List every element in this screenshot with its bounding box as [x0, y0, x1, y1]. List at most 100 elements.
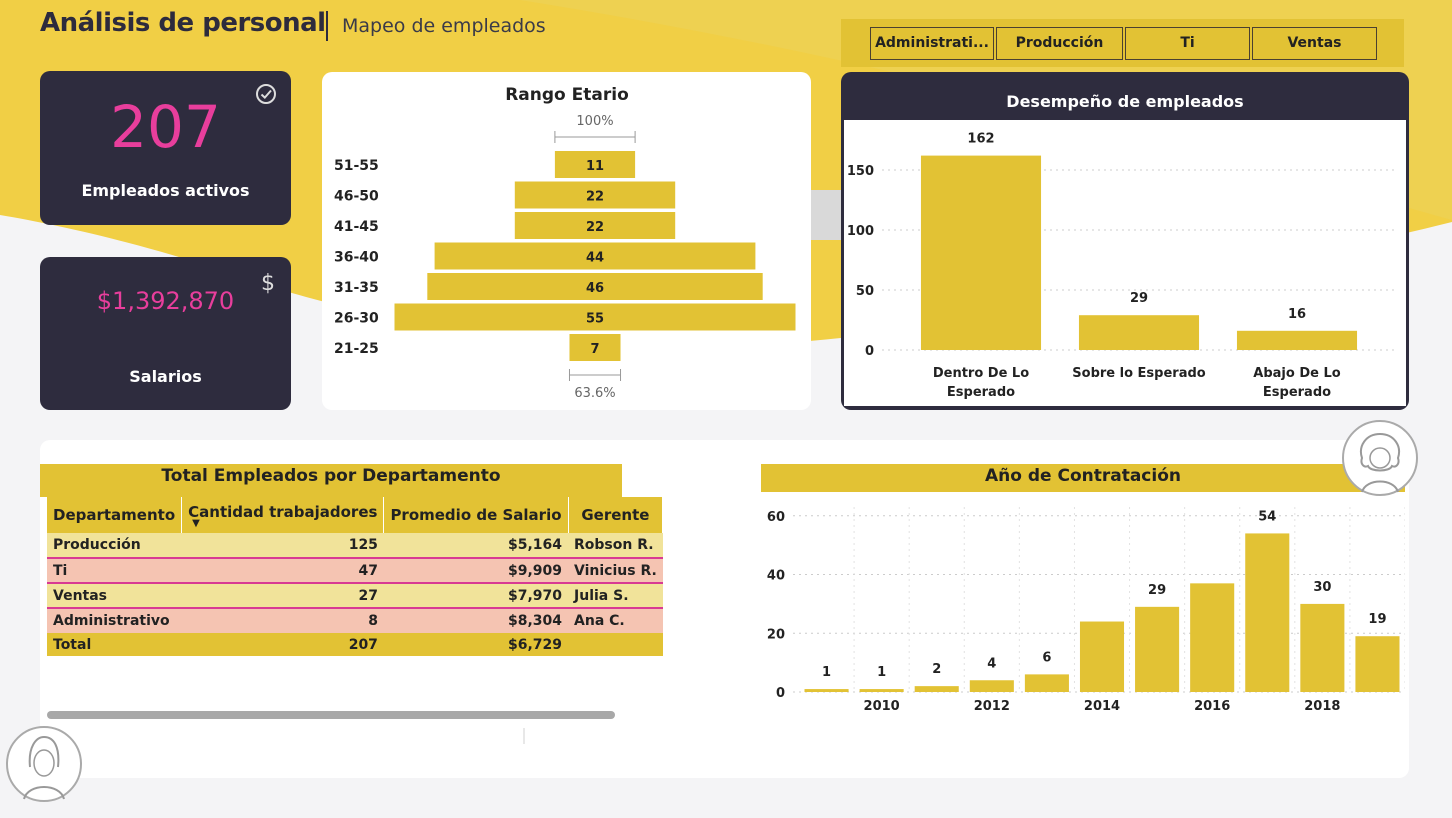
cell-count: 27: [181, 583, 384, 609]
perf-category-label: Esperado: [947, 385, 1015, 400]
age-category-label: 51-55: [334, 158, 379, 174]
avatar-woman-icon: [6, 726, 82, 802]
hire-bar[interactable]: [1190, 583, 1235, 692]
cell-manager: Vinicius R.: [568, 558, 663, 584]
cell-manager: Julia S.: [568, 583, 663, 609]
total-salary: $6,729: [383, 633, 569, 656]
cell-department: Producción: [47, 533, 182, 559]
performance-card: Desempeño de empleados 0 50 100 150 162 Dentr…: [841, 72, 1409, 410]
age-category-label: 46-50: [334, 189, 379, 205]
hire-bar-label: 1: [822, 665, 831, 680]
age-bar-label: 46: [586, 281, 604, 296]
sort-desc-icon: ▼: [192, 518, 200, 529]
table-row[interactable]: Ti 47 $9,909 Vinicius R.: [47, 558, 663, 584]
age-chart-title: Rango Etario: [505, 85, 629, 105]
slicer-item-produccion[interactable]: Producción: [996, 27, 1123, 60]
table-row[interactable]: Ventas 27 $7,970 Julia S.: [47, 583, 663, 609]
hire-bar[interactable]: [1355, 636, 1400, 692]
perf-bar[interactable]: [920, 155, 1042, 350]
hire-bar[interactable]: [1245, 533, 1290, 692]
hire-bar[interactable]: [969, 680, 1014, 692]
col-header-manager[interactable]: Gerente: [568, 497, 664, 533]
age-category-label: 21-25: [334, 341, 379, 357]
total-label: Total: [47, 633, 182, 656]
hire-year-chart-title: Año de Contratación: [761, 464, 1405, 492]
hire-bar[interactable]: [1135, 606, 1180, 692]
col-header-salary[interactable]: Promedio de Salario: [383, 497, 569, 533]
age-category-label: 26-30: [334, 311, 379, 327]
department-table-title: Total Empleados por Departamento: [40, 464, 622, 497]
kpi-salaries-value: $1,392,870: [96, 287, 235, 315]
hire-ytick-label: 0: [776, 686, 785, 701]
age-category-label: 36-40: [334, 250, 379, 266]
cell-salary: $5,164: [383, 533, 569, 559]
hire-xtick-label: 2012: [974, 699, 1010, 714]
hire-bar[interactable]: [859, 689, 904, 692]
age-bar-label: 7: [590, 342, 599, 357]
age-bar-label: 22: [586, 190, 604, 205]
hire-bar-label: 19: [1368, 612, 1386, 627]
perf-category-label: Abajo De Lo: [1253, 366, 1340, 381]
department-slicer: Administrati... Producción Ti Ventas: [841, 19, 1404, 67]
slicer-item-ventas[interactable]: Ventas: [1252, 27, 1377, 60]
table-total-row: Total 207 $6,729: [47, 633, 663, 656]
age-category-label: 31-35: [334, 280, 379, 296]
kpi-employees-value: 207: [110, 93, 221, 161]
perf-category-label: Esperado: [1263, 385, 1331, 400]
age-bar-label: 55: [586, 312, 604, 327]
funnel-bottom-label: 63.6%: [574, 386, 615, 401]
funnel-top-label: 100%: [576, 114, 613, 129]
table-row[interactable]: Producción 125 $5,164 Robson R.: [47, 533, 663, 559]
hire-ytick-label: 40: [767, 569, 785, 584]
cell-department: Ventas: [47, 583, 182, 609]
hire-bar[interactable]: [1024, 674, 1069, 692]
total-count: 207: [181, 633, 384, 656]
kpi-employees-label: Empleados activos: [81, 181, 250, 200]
hire-ytick-label: 20: [767, 627, 785, 642]
col-header-count[interactable]: Cantidad trabajadores ▼: [181, 497, 385, 533]
cell-salary: $7,970: [383, 583, 569, 609]
hire-bar-label: 1: [877, 665, 886, 680]
hire-ytick-label: 60: [767, 510, 785, 525]
table-row[interactable]: Administrativo 8 $8,304 Ana C.: [47, 608, 663, 633]
hire-xtick-label: 2016: [1194, 699, 1230, 714]
cell-manager: Robson R.: [568, 533, 663, 559]
perf-ytick-label: 150: [847, 164, 874, 179]
age-range-card: Rango Etario 100% 11 51-55 22 46-50 22 41-45 44…: [322, 72, 811, 410]
hire-bar-label: 6: [1042, 650, 1051, 665]
age-category-label: 41-45: [334, 219, 379, 235]
hire-bar-label: 4: [987, 656, 996, 671]
hire-bar[interactable]: [914, 686, 959, 692]
perf-bar-label: 16: [1288, 307, 1306, 322]
table-horizontal-scrollbar[interactable]: [47, 711, 615, 719]
perf-bar[interactable]: [1078, 315, 1200, 350]
hire-xtick-label: 2014: [1084, 699, 1120, 714]
avatar-curly-icon: [1342, 420, 1418, 496]
hire-bar-label: 29: [1148, 583, 1166, 598]
divider-mark: [523, 728, 525, 744]
cell-count: 8: [181, 608, 384, 633]
age-bar-label: 22: [586, 220, 604, 235]
col-header-department[interactable]: Departamento: [47, 497, 183, 533]
hire-year-chart: 0 20 40 60 1 1 2 4 6 29 54 30 19 2010 2012 2014 2016 2018: [767, 507, 1405, 714]
age-range-chart: Rango Etario 100% 11 51-55 22 46-50 22 41-45 44…: [334, 85, 796, 401]
slicer-item-administrativo[interactable]: Administrati...: [870, 27, 994, 60]
slicer-item-ti[interactable]: Ti: [1125, 27, 1250, 60]
perf-category-label: Dentro De Lo: [933, 366, 1029, 381]
hire-bar[interactable]: [1300, 603, 1345, 692]
perf-ytick-label: 100: [847, 224, 874, 239]
cell-salary: $9,909: [383, 558, 569, 584]
hire-bar-label: 54: [1258, 509, 1276, 524]
performance-chart-title: Desempeño de empleados: [1006, 92, 1244, 111]
perf-bar[interactable]: [1236, 330, 1358, 350]
cell-count: 125: [181, 533, 384, 559]
perf-bar-label: 29: [1130, 291, 1148, 306]
cell-manager: Ana C.: [568, 608, 663, 633]
hire-bar[interactable]: [804, 689, 849, 692]
page-title: Análisis de personal: [40, 8, 326, 38]
hire-xtick-label: 2018: [1304, 699, 1340, 714]
header-separator: [326, 11, 328, 41]
kpi-card-employees: 207 Empleados activos: [40, 71, 291, 225]
hire-xtick-label: 2010: [864, 699, 900, 714]
hire-bar[interactable]: [1079, 621, 1125, 692]
